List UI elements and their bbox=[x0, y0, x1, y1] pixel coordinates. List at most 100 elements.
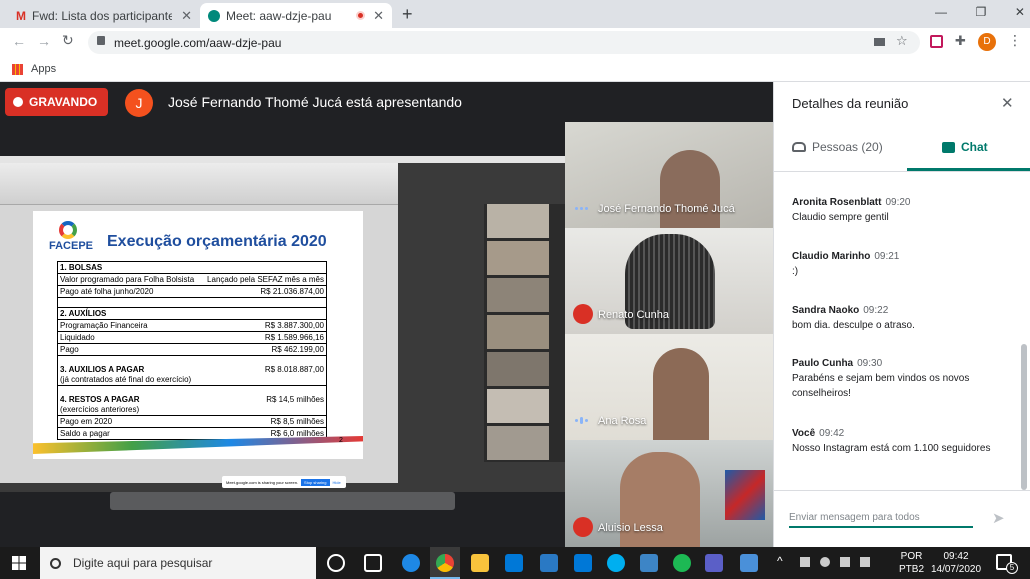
message-sender: Claudio Marinho bbox=[792, 251, 871, 262]
spotify-icon[interactable] bbox=[673, 554, 691, 572]
chat-message: Você 09:42 Nosso Instagram está com 1.100… bbox=[792, 426, 992, 456]
participant-video bbox=[660, 150, 720, 228]
tab-meet[interactable]: Meet: aaw-dzje-pau ✕ bbox=[200, 3, 392, 28]
tray-chevron-icon[interactable]: ^ bbox=[777, 554, 783, 568]
search-icon bbox=[50, 557, 61, 569]
participant-tile[interactable]: José Fernando Thomé Jucá bbox=[565, 122, 773, 228]
message-sender: Aronita Rosenblatt bbox=[792, 197, 882, 208]
page-number: 2 bbox=[339, 437, 343, 444]
close-icon[interactable]: ✕ bbox=[181, 8, 192, 24]
close-icon[interactable]: ✕ bbox=[373, 8, 384, 24]
participant-name: Renato Cunha bbox=[598, 309, 669, 321]
minimize-icon[interactable]: — bbox=[935, 5, 947, 19]
scrollbar[interactable] bbox=[1021, 344, 1027, 490]
puzzle-icon[interactable]: ✚ bbox=[955, 33, 966, 49]
painting bbox=[725, 470, 765, 520]
logo-text: FACEPE bbox=[49, 240, 94, 252]
meet-icon bbox=[208, 9, 220, 22]
star-icon[interactable]: ☆ bbox=[896, 33, 908, 49]
participant-tile[interactable]: Ana Rosa bbox=[565, 334, 773, 440]
gallery-preview bbox=[484, 204, 565, 462]
camera-icon[interactable] bbox=[874, 38, 885, 46]
panel-title: Detalhes da reunião bbox=[792, 96, 909, 111]
record-dot-icon bbox=[13, 97, 23, 107]
forward-icon[interactable]: → bbox=[37, 33, 51, 49]
notification-count: 5 bbox=[1006, 562, 1018, 574]
app-menu-bar bbox=[0, 156, 565, 163]
participant-video bbox=[653, 348, 709, 440]
task-view-icon[interactable] bbox=[364, 554, 382, 572]
clock-time: 09:42 bbox=[943, 551, 969, 562]
back-icon[interactable]: ← bbox=[12, 33, 26, 49]
message-text: bom dia. desculpe o atraso. bbox=[792, 320, 915, 331]
presenter-text: José Fernando Thomé Jucá está apresentan… bbox=[168, 94, 462, 110]
message-time: 09:20 bbox=[885, 197, 911, 208]
new-tab-button[interactable]: + bbox=[402, 4, 413, 25]
budget-table: 1. BOLSAS Valor programado para Folha Bo… bbox=[57, 261, 327, 440]
tab-people[interactable]: Pessoas (20) bbox=[792, 140, 883, 154]
cortana-icon[interactable] bbox=[327, 554, 345, 572]
share-notice-bar: Meet.google.com is sharing your screen. … bbox=[222, 476, 346, 488]
mac-dock bbox=[110, 492, 455, 510]
skype-icon[interactable] bbox=[607, 554, 625, 572]
lang-label: POR bbox=[900, 551, 923, 562]
participant-name: José Fernando Thomé Jucá bbox=[598, 203, 735, 215]
tab-chat-label: Chat bbox=[961, 140, 988, 154]
chat-input[interactable]: Enviar mensagem para todos bbox=[789, 512, 973, 528]
ribbon bbox=[0, 163, 398, 205]
table-row: 4. RESTOS A PAGAR R$ 14,5 milhões bbox=[60, 395, 324, 404]
avatar[interactable]: D bbox=[978, 33, 996, 51]
photos-icon[interactable] bbox=[740, 554, 758, 572]
reload-icon[interactable]: ↻ bbox=[62, 32, 74, 49]
address-bar[interactable]: meet.google.com/aaw-dzje-pau ☆ bbox=[88, 31, 920, 54]
mail-icon[interactable] bbox=[574, 554, 592, 572]
extension-icon[interactable] bbox=[930, 35, 943, 48]
message-text: Claudio sempre gentil bbox=[792, 212, 889, 223]
stop-sharing-button[interactable]: Stop sharing bbox=[301, 478, 330, 486]
recording-label: GRAVANDO bbox=[29, 95, 98, 109]
apps-link[interactable]: Apps bbox=[31, 63, 56, 75]
menu-icon[interactable]: ⋮ bbox=[1008, 32, 1022, 49]
store-icon[interactable] bbox=[505, 554, 523, 572]
share-notice-text: Meet.google.com is sharing your screen. bbox=[226, 479, 299, 485]
clock[interactable]: 09:42 14/07/2020 bbox=[930, 550, 982, 576]
hide-button[interactable]: Hide bbox=[333, 480, 341, 485]
send-icon[interactable]: ➤ bbox=[992, 509, 1005, 527]
mic-off-icon bbox=[573, 517, 593, 537]
chat-message: Claudio Marinho 09:21 :) bbox=[792, 249, 899, 279]
windows-start-icon[interactable] bbox=[12, 556, 26, 570]
logo-ring-icon bbox=[59, 221, 77, 239]
taskbar-search[interactable]: Digite aqui para pesquisar bbox=[40, 547, 316, 579]
message-text: Nosso Instagram está com 1.100 seguidore… bbox=[792, 443, 991, 454]
people-icon bbox=[792, 142, 806, 152]
teams-icon[interactable] bbox=[705, 554, 723, 572]
tab-people-label: Pessoas (20) bbox=[812, 140, 883, 154]
restore-icon[interactable]: ❐ bbox=[976, 5, 987, 19]
table-row: Pago até folha junho/2020 R$ 21.036.874,0… bbox=[58, 287, 326, 298]
apps-grid-icon[interactable] bbox=[12, 63, 23, 75]
tab-gmail-title: Fwd: Lista dos participantes da reu bbox=[32, 8, 172, 23]
message-sender: Sandra Naoko bbox=[792, 305, 860, 316]
app-icon[interactable] bbox=[540, 554, 558, 572]
edge-icon[interactable] bbox=[402, 554, 420, 572]
chrome-icon[interactable] bbox=[436, 554, 454, 572]
file-explorer-icon[interactable] bbox=[471, 554, 489, 572]
table-row: Valor programado para Folha Bolsista Lanç… bbox=[58, 275, 326, 286]
tab-gmail[interactable]: M Fwd: Lista dos participantes da reu ✕ bbox=[8, 3, 200, 28]
section-heading: 2. AUXÍLIOS bbox=[58, 308, 326, 320]
app-icon[interactable] bbox=[640, 554, 658, 572]
tray-icons[interactable] bbox=[800, 557, 886, 569]
message-time: 09:22 bbox=[863, 305, 889, 316]
windows-taskbar: Digite aqui para pesquisar ^ POR PTB2 09… bbox=[0, 547, 1030, 579]
speaking-icon bbox=[575, 205, 589, 212]
participant-tile[interactable]: Aluisio Lessa bbox=[565, 440, 773, 547]
tab-meet-title: Meet: aaw-dzje-pau bbox=[226, 8, 332, 23]
participant-tile[interactable]: Renato Cunha bbox=[565, 228, 773, 334]
close-icon[interactable]: ✕ bbox=[1001, 94, 1014, 112]
tab-chat[interactable]: Chat bbox=[942, 140, 988, 154]
bookmarks-bar: Apps bbox=[0, 57, 1030, 82]
table-row: Pago em 2020 R$ 8,5 milhões bbox=[58, 417, 326, 428]
close-window-icon[interactable]: ✕ bbox=[1015, 5, 1025, 19]
table-row: 3. AUXILIOS A PAGAR R$ 8.018.887,00 bbox=[60, 365, 324, 374]
language-indicator[interactable]: POR PTB2 bbox=[899, 550, 924, 576]
